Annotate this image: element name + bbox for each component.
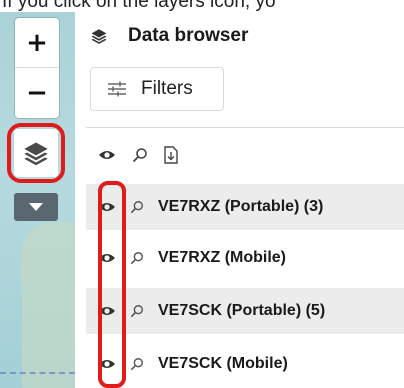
sliders-icon: [107, 81, 127, 97]
zoom-icon[interactable]: [130, 304, 144, 318]
zoom-icon[interactable]: [130, 251, 144, 265]
export-icon[interactable]: [164, 146, 178, 164]
divider: [86, 127, 404, 128]
zoom-in-button[interactable]: +: [15, 18, 59, 68]
panel-title: Data browser: [128, 25, 249, 46]
filters-button[interactable]: Filters: [90, 67, 224, 111]
list-item[interactable]: VE7SCK (Mobile): [86, 341, 404, 387]
layer-name: VE7SCK (Mobile): [158, 355, 288, 372]
layers-dropdown-button[interactable]: [14, 193, 58, 221]
layer-name: VE7RXZ (Mobile): [158, 249, 287, 266]
zoom-out-button[interactable]: −: [15, 68, 59, 118]
filters-label: Filters: [141, 78, 193, 99]
layer-name: VE7SCK (Portable) (5): [158, 302, 326, 319]
layers-highlight-ring: [7, 123, 65, 183]
zoom-icon[interactable]: [130, 357, 144, 371]
data-browser-panel: Data browser Filters VE7RXZ (Portable) (…: [80, 12, 404, 388]
panel-header: Data browser: [90, 20, 248, 52]
eye-icon[interactable]: [98, 149, 116, 161]
layers-icon: [91, 29, 107, 44]
list-item[interactable]: VE7SCK (Portable) (5): [86, 288, 404, 334]
zoom-control: + −: [15, 18, 59, 118]
caret-down-icon: [29, 203, 43, 211]
list-item[interactable]: VE7RXZ (Mobile): [86, 235, 404, 281]
panel-toolbar: [98, 140, 194, 170]
list-item[interactable]: VE7RXZ (Portable) (3): [86, 184, 404, 230]
zoom-icon[interactable]: [130, 200, 144, 214]
map-road: [0, 372, 75, 374]
visibility-highlight-ring: [98, 181, 126, 388]
layer-name: VE7RXZ (Portable) (3): [158, 198, 324, 215]
zoom-icon[interactable]: [132, 147, 148, 163]
map-land: [22, 222, 75, 388]
